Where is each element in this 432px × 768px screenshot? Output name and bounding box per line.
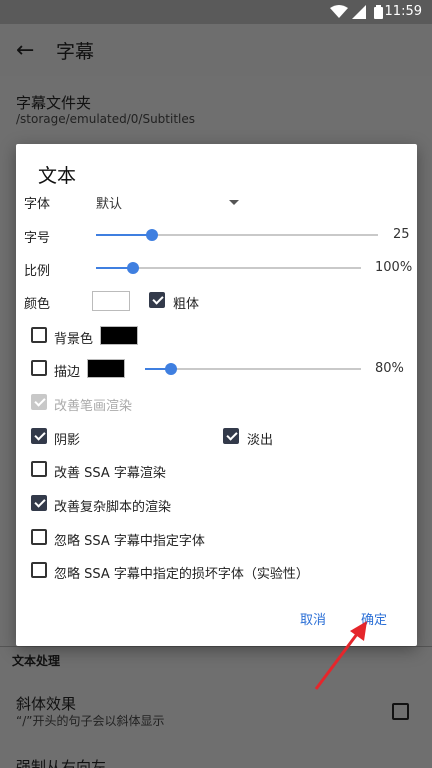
annotation-arrow-icon [314, 621, 367, 690]
